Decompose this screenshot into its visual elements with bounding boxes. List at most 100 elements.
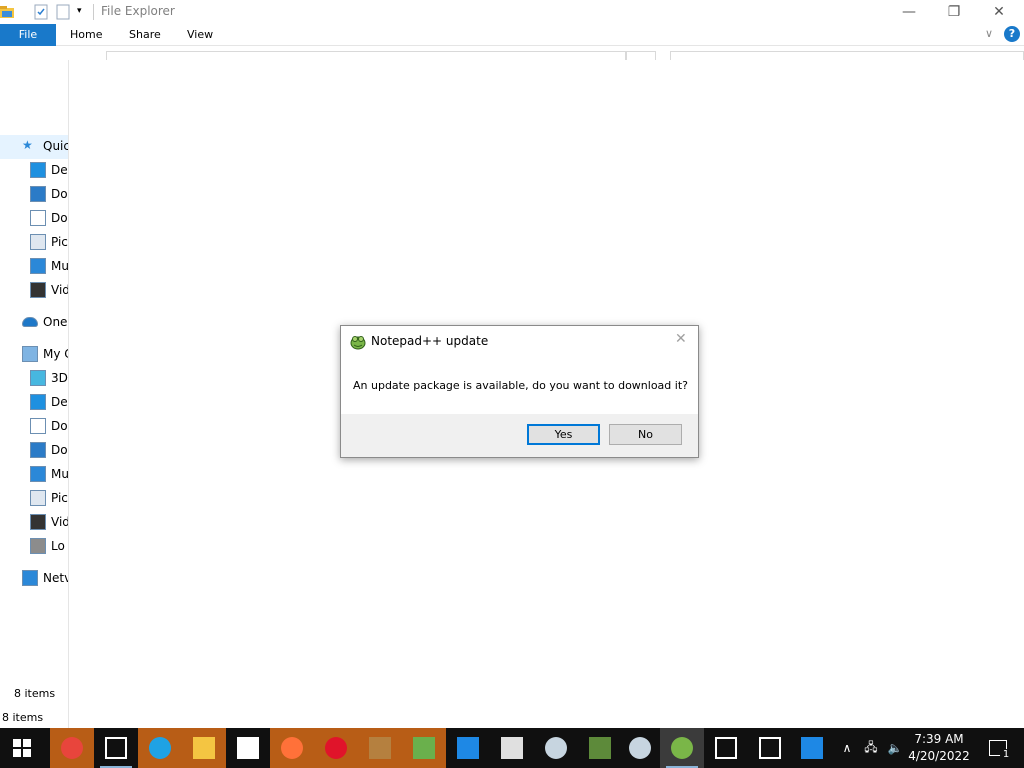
nav-item-label: Pic [51, 491, 68, 505]
nav-item[interactable]: ★ Quic [0, 134, 68, 158]
chrome-icon [61, 737, 83, 759]
nav-item[interactable]: Pic [0, 230, 68, 254]
download-icon [30, 186, 46, 202]
taskbar-app-button[interactable] [94, 728, 138, 768]
tab-file[interactable]: File [0, 24, 56, 46]
taskbar-app-button[interactable] [578, 728, 622, 768]
taskbar-app-button[interactable] [660, 728, 704, 768]
taskbar-app-button[interactable] [358, 728, 402, 768]
app-icon [457, 737, 479, 759]
taskbar: ∧ 🖧 🔈 7:39 AM 4/20/2022 1 [0, 728, 1024, 768]
notification-center-button[interactable]: 1 [978, 728, 1018, 768]
disk-icon [30, 538, 46, 554]
taskbar-app-button[interactable] [50, 728, 94, 768]
expand-ribbon-icon[interactable]: ∨ [985, 27, 993, 40]
nav-item[interactable]: Lo [0, 534, 68, 558]
properties-icon[interactable] [34, 4, 48, 20]
nav-item[interactable]: De [0, 158, 68, 182]
nav-item-label: Netv [43, 571, 68, 585]
nav-item-label: Mu [51, 467, 68, 481]
store-icon [237, 737, 259, 759]
nav-item[interactable]: Vid [0, 510, 68, 534]
roblox-icon [501, 737, 523, 759]
volume-icon[interactable]: 🔈 [884, 728, 906, 768]
notepadpp-icon [349, 333, 366, 350]
nav-item[interactable]: One [0, 310, 68, 334]
dialog-close-icon[interactable]: ✕ [675, 331, 687, 347]
pictures-icon [30, 490, 46, 506]
status-item-count: 8 items [14, 687, 56, 700]
nav-item-label: De [51, 395, 68, 409]
firefox-icon [281, 737, 303, 759]
start-button[interactable] [0, 728, 44, 768]
nav-item[interactable]: My C [0, 342, 68, 366]
nav-item[interactable]: Do [0, 438, 68, 462]
nav-item[interactable]: Mu [0, 462, 68, 486]
show-hidden-icons[interactable]: ∧ [838, 728, 856, 768]
clock[interactable]: 7:39 AM 4/20/2022 [904, 731, 974, 765]
notification-count: 1 [1000, 749, 1012, 761]
package-icon [369, 737, 391, 759]
window-title: File Explorer [101, 4, 175, 18]
tab-home[interactable]: Home [56, 24, 116, 46]
nav-item[interactable]: De [0, 390, 68, 414]
help-icon[interactable]: ? [1004, 26, 1020, 42]
nav-item[interactable]: Netv [0, 566, 68, 590]
nav-item[interactable]: Do [0, 182, 68, 206]
network-tray-icon[interactable]: 🖧 [860, 728, 882, 768]
pictures-icon [30, 234, 46, 250]
dialog-footer: Yes No [341, 414, 698, 457]
nav-item-label: Vid [51, 283, 68, 297]
calendar-icon [105, 737, 127, 759]
taskbar-app-button[interactable] [748, 728, 792, 768]
nav-item[interactable]: Vid [0, 278, 68, 302]
taskbar-app-button[interactable] [270, 728, 314, 768]
taskbar-app-button[interactable] [534, 728, 578, 768]
taskbar-app-button[interactable] [490, 728, 534, 768]
nav-item[interactable]: Do [0, 206, 68, 230]
dialog-message: An update package is available, do you w… [353, 379, 688, 392]
clock-time: 7:39 AM [914, 732, 964, 746]
taskbar-app-button[interactable] [402, 728, 446, 768]
roblox-studio-icon [801, 737, 823, 759]
taskbar-app-button[interactable] [618, 728, 662, 768]
taskbar-app-button[interactable] [226, 728, 270, 768]
tab-view[interactable]: View [173, 24, 227, 46]
nav-item[interactable]: Do [0, 414, 68, 438]
clock-date: 4/20/2022 [908, 749, 970, 763]
nav-item-label: De [51, 163, 68, 177]
taskbar-app-button[interactable] [138, 728, 182, 768]
document-icon [30, 418, 46, 434]
no-button[interactable]: No [609, 424, 682, 445]
taskbar-app-button[interactable] [446, 728, 490, 768]
minimize-button[interactable]: — [886, 0, 932, 24]
calculator-icon [715, 737, 737, 759]
taskbar-app-button[interactable] [182, 728, 226, 768]
restore-button[interactable]: ❐ [931, 0, 977, 24]
yes-button[interactable]: Yes [527, 424, 600, 445]
nav-item-label: One [43, 315, 68, 329]
notepad-icon [413, 737, 435, 759]
download-icon [30, 442, 46, 458]
taskbar-app-button[interactable] [790, 728, 834, 768]
notification-icon: 1 [989, 740, 1012, 761]
music-icon [30, 258, 46, 274]
computer-icon [22, 346, 38, 362]
cube-icon [30, 370, 46, 386]
taskbar-app-button[interactable] [314, 728, 358, 768]
nav-item-label: Mu [51, 259, 68, 273]
close-button[interactable]: ✕ [976, 0, 1022, 24]
customize-quick-access-icon[interactable]: ▾ [77, 6, 82, 16]
new-folder-icon[interactable] [56, 4, 70, 20]
tab-share[interactable]: Share [115, 24, 175, 46]
nav-item[interactable]: Mu [0, 254, 68, 278]
nav-item-label: Do [51, 187, 68, 201]
nav-item[interactable]: 3D [0, 366, 68, 390]
status-item-count-bottom: 8 items [2, 711, 44, 724]
nav-item-label: Do [51, 419, 68, 433]
taskbar-app-button[interactable] [704, 728, 748, 768]
minecraft-icon [589, 737, 611, 759]
close-icon: ✕ [993, 4, 1005, 20]
title-bar: ▾ File Explorer — ❐ ✕ [0, 0, 1024, 24]
nav-item[interactable]: Pic [0, 486, 68, 510]
